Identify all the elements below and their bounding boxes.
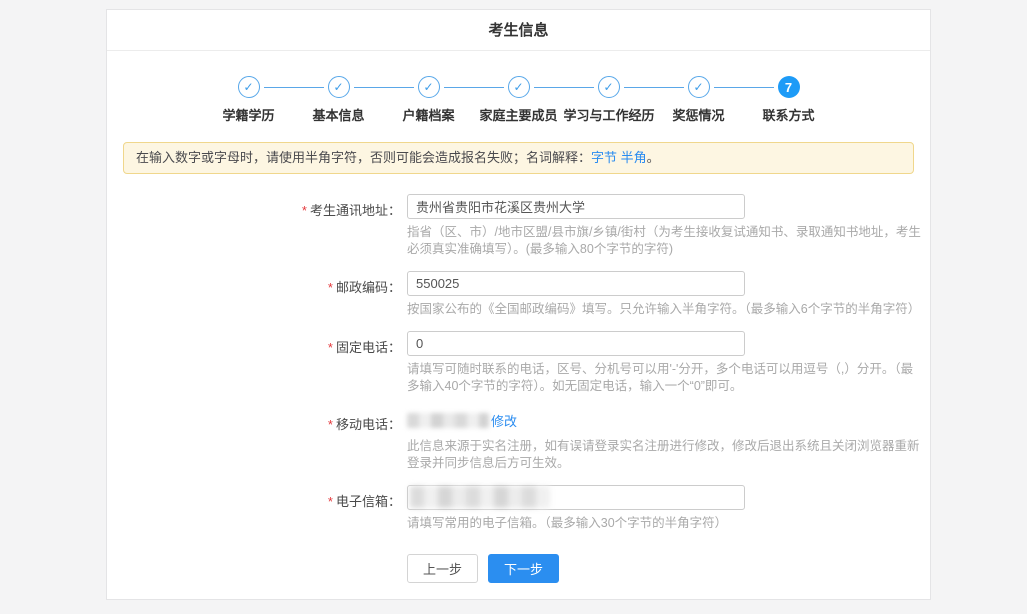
required-asterisk: * [328,340,333,355]
check-icon: ✓ [688,76,710,98]
required-asterisk: * [302,203,307,218]
check-icon: ✓ [328,76,350,98]
form-row-postal-code: *邮政编码： 按国家公布的《全国邮政编码》填写。只允许输入半角字符。（最多输入6… [107,271,930,318]
required-asterisk: * [328,417,333,432]
step-label: 户籍档案 [384,105,474,124]
field-help-text: 按国家公布的《全国邮政编码》填写。只允许输入半角字符。（最多输入6个字节的半角字… [407,301,921,318]
step-label: 家庭主要成员 [474,105,564,124]
form-row-landline-phone: *固定电话： 请填写可随时联系的电话，区号、分机号可以用'-'分开，多个电话可以… [107,331,930,395]
field-label: *邮政编码： [107,271,401,318]
field-label: *移动电话： [107,408,401,472]
landline-phone-input[interactable] [407,331,745,356]
halfwidth-notice-bar: 在输入数字或字母时，请使用半角字符，否则可能会造成报名失败；名词解释：字节 半角… [123,142,914,174]
step-number-badge: 7 [778,76,800,98]
step-label: 学籍学历 [204,105,294,124]
form-footer: 上一步 下一步 [407,554,930,583]
candidate-info-panel: 考生信息 ✓ 学籍学历 ✓ 基本信息 ✓ 户籍档案 ✓ 家庭主要成员 ✓ 学习与… [106,9,931,600]
form-row-mailing-address: *考生通讯地址： 指省（区、市）/地市区盟/县市旗/乡镇/街村（为考生接收复试通… [107,194,930,258]
field-help-text: 请填写常用的电子信箱。（最多输入30个字节的半角字符） [407,515,921,532]
form-row-email: *电子信箱： 请填写常用的电子信箱。（最多输入30个字节的半角字符） [107,485,930,532]
step-label: 联系方式 [744,105,834,124]
notice-text-end: 。 [647,150,660,165]
byte-glossary-link[interactable]: 字节 [591,150,617,165]
step-basic-info[interactable]: ✓ 基本信息 [294,76,384,124]
next-step-button[interactable]: 下一步 [488,554,559,583]
email-input[interactable] [407,485,745,510]
required-asterisk: * [328,280,333,295]
postal-code-input[interactable] [407,271,745,296]
field-help-text: 请填写可随时联系的电话，区号、分机号可以用'-'分开，多个电话可以用逗号（,）分… [407,361,921,395]
mailing-address-input[interactable] [407,194,745,219]
step-household-archive[interactable]: ✓ 户籍档案 [384,76,474,124]
contact-info-form: *考生通讯地址： 指省（区、市）/地市区盟/县市旗/乡镇/街村（为考生接收复试通… [107,194,930,583]
step-family-members[interactable]: ✓ 家庭主要成员 [474,76,564,124]
form-row-mobile-phone: *移动电话： 修改 此信息来源于实名注册，如有误请登录实名注册进行修改，修改后退… [107,408,930,472]
field-label: *固定电话： [107,331,401,395]
check-icon: ✓ [418,76,440,98]
previous-step-button[interactable]: 上一步 [407,554,478,583]
step-rewards-punishments[interactable]: ✓ 奖惩情况 [654,76,744,124]
notice-text: 在输入数字或字母时，请使用半角字符，否则可能会造成报名失败；名词解释： [136,150,591,165]
modify-mobile-link[interactable]: 修改 [491,411,517,430]
check-icon: ✓ [238,76,260,98]
step-label: 奖惩情况 [654,105,744,124]
redacted-mobile-number [407,413,489,428]
step-student-status[interactable]: ✓ 学籍学历 [204,76,294,124]
field-help-text: 此信息来源于实名注册，如有误请登录实名注册进行修改，修改后退出系统且关闭浏览器重… [407,438,921,472]
required-asterisk: * [328,494,333,509]
step-label: 基本信息 [294,105,384,124]
page-title: 考生信息 [107,10,930,51]
step-study-work-experience[interactable]: ✓ 学习与工作经历 [564,76,654,124]
field-label: *考生通讯地址： [107,194,401,258]
check-icon: ✓ [508,76,530,98]
step-label: 学习与工作经历 [564,105,654,124]
step-contact-info-current[interactable]: 7 联系方式 [744,76,834,124]
field-help-text: 指省（区、市）/地市区盟/县市旗/乡镇/街村（为考生接收复试通知书、录取通知书地… [407,224,921,258]
halfwidth-glossary-link[interactable]: 半角 [621,150,647,165]
check-icon: ✓ [598,76,620,98]
field-label: *电子信箱： [107,485,401,532]
wizard-stepper: ✓ 学籍学历 ✓ 基本信息 ✓ 户籍档案 ✓ 家庭主要成员 ✓ 学习与工作经历 … [107,76,930,124]
